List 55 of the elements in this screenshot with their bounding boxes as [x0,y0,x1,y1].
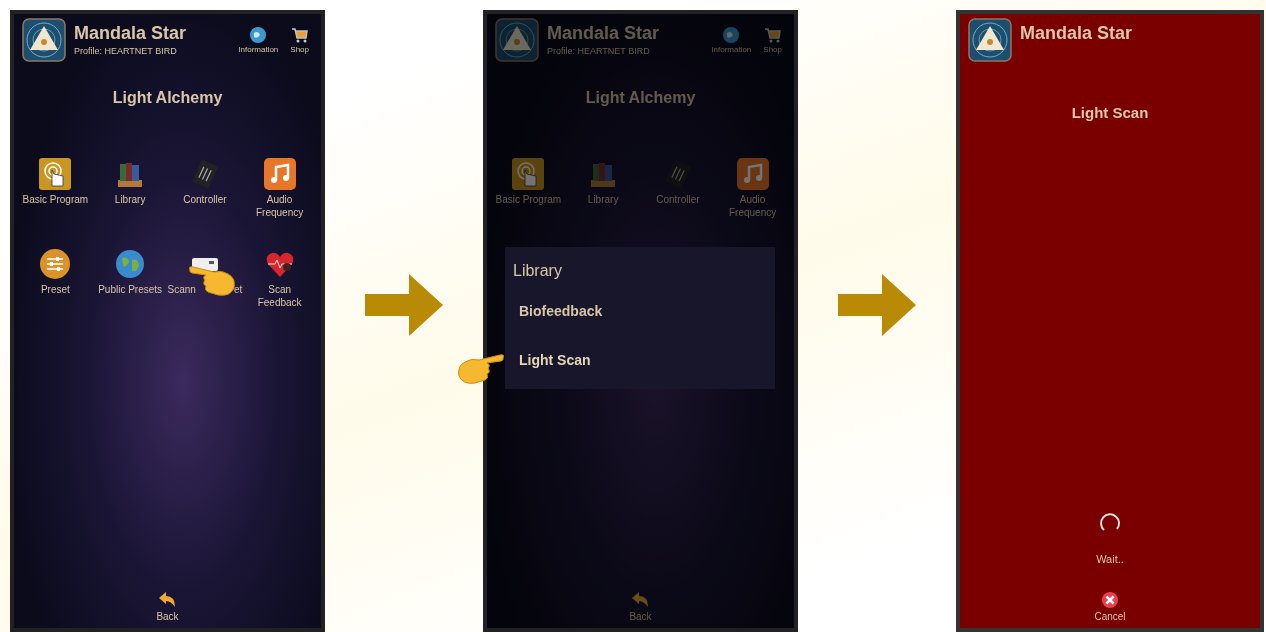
page-heading: Light Alchemy [112,88,223,108]
dialog-menu-item[interactable]: Biofeedback [505,291,775,332]
menu-tile[interactable]: Public Presets [92,248,168,314]
triangle-logo-icon [22,18,66,62]
dialog-menu-item[interactable]: Light Scan [505,340,775,381]
sliders-icon [39,248,72,280]
dialog-title: Library [512,261,563,281]
menu-tile[interactable]: Controller [167,158,243,224]
tile-label: Audio Frequency [255,194,305,219]
information-button[interactable]: Information [238,26,279,56]
back-arrow-icon [630,591,651,609]
menu-tile[interactable]: Library [92,158,168,224]
tile-label: Library [114,194,146,207]
tile-label: Basic Program [22,194,89,207]
tile-label: Basic Program [495,194,562,207]
tile-label: Controller [656,194,700,207]
menu-tile[interactable]: Scan Feedback [242,248,317,314]
tap-finger-icon [512,158,545,190]
globe-icon [249,26,268,44]
back-arrow-icon [157,591,178,609]
tile-label: Scan Feedback [256,284,303,309]
shop-button[interactable]: Shop [290,26,309,56]
tap-finger-icon [39,158,72,190]
menu-tile[interactable]: Scann et [167,248,243,314]
globe-icon [722,26,741,44]
cart-icon [763,26,782,44]
menu-tile[interactable]: Preset [18,248,93,314]
profile-text: Profile: HEARTNET BIRD [547,44,651,58]
tile-label: Audio Frequency [728,194,778,219]
triangle-logo-icon [968,18,1012,62]
app-title: Mandala Star [547,22,661,45]
menu-tile[interactable]: Audio Frequency [242,158,317,224]
music-note-icon [263,158,296,190]
profile-text: Profile: HEARTNET BIRD [74,44,178,58]
page-heading: Light Alchemy [585,88,696,108]
menu-tile[interactable]: Basic Program [18,158,93,224]
tile-label: Controller [183,194,227,207]
tile-label: et [233,284,243,297]
triangle-logo-icon [495,18,539,62]
right-arrow-icon [365,274,443,336]
music-note-icon [736,158,769,190]
app-title: Mandala Star [74,22,188,45]
app-title: Mandala Star [1020,22,1134,45]
close-icon [1101,591,1119,609]
cancel-button[interactable]: Cancel [1094,591,1126,624]
back-button[interactable]: Back [156,591,179,624]
tile-label: Scann [167,284,196,297]
page-heading: Light Scan [1071,103,1149,123]
globe-icon [114,248,147,280]
tile-label: Preset [40,284,70,297]
status-text: Wait.. [1096,551,1124,567]
tile-label: Library [587,194,619,207]
tile-label: Public Presets [98,284,163,297]
cart-icon [290,26,309,44]
right-arrow-icon [838,274,916,336]
